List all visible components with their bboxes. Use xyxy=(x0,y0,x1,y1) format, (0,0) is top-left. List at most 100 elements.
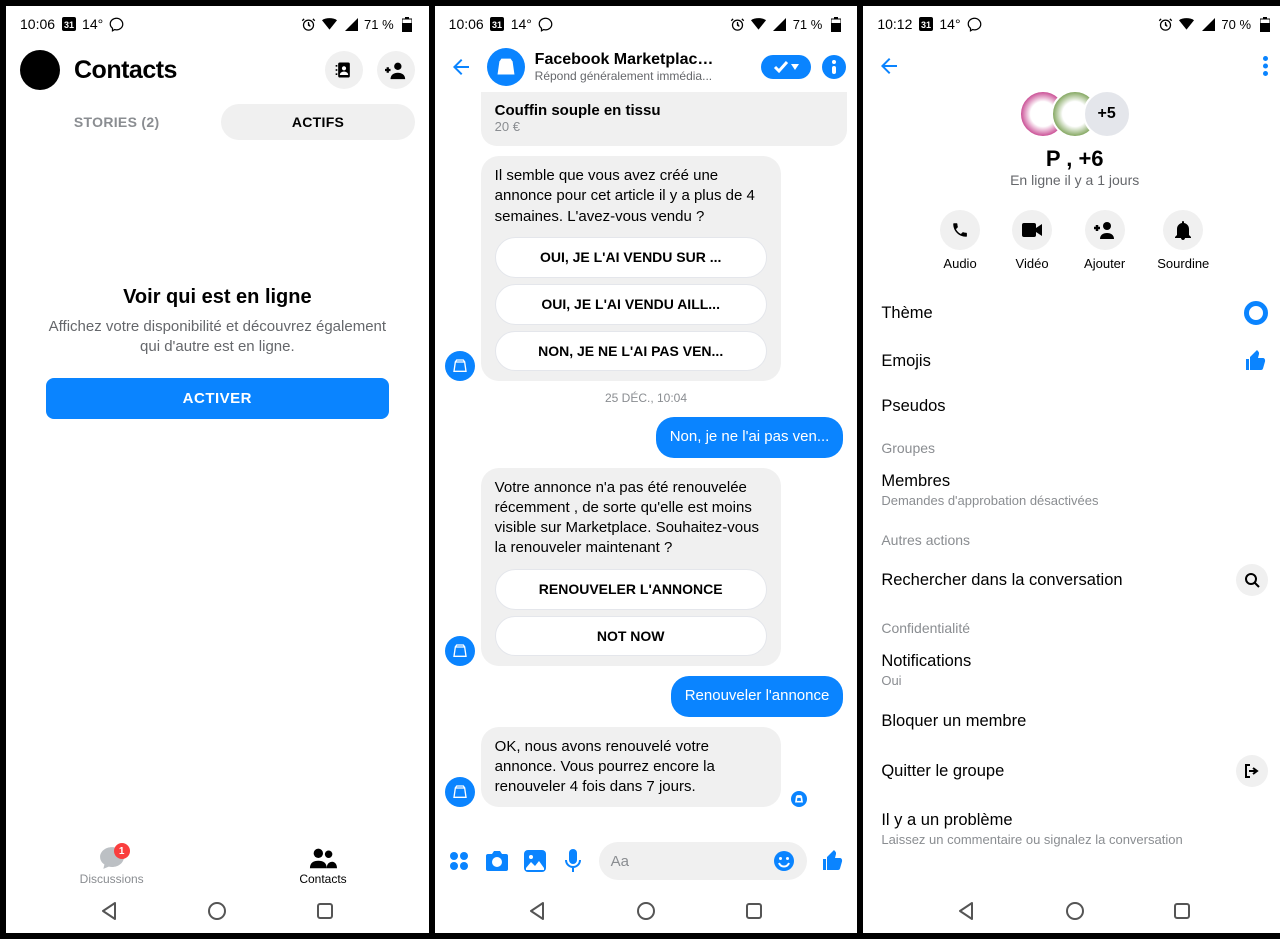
mark-done-button[interactable] xyxy=(761,55,811,79)
option-not-now[interactable]: NOT NOW xyxy=(495,616,767,657)
status-time: 10:06 xyxy=(449,16,484,32)
android-nav xyxy=(6,888,429,933)
message-input[interactable]: Aa xyxy=(599,842,808,880)
row-search[interactable]: Rechercher dans la conversation xyxy=(863,552,1280,608)
group-avatars[interactable]: +5 xyxy=(863,90,1280,138)
listing-card[interactable]: Couffin souple en tissu 20 € xyxy=(481,92,848,146)
address-book-button[interactable] xyxy=(325,51,363,89)
contacts-screen: 10:06 31 14° 71 % Contacts STORIES (2) A… xyxy=(6,6,429,933)
wifi-icon xyxy=(1179,17,1194,32)
activate-button[interactable]: ACTIVER xyxy=(46,378,389,419)
tab-discussions[interactable]: 1 Discussions xyxy=(6,847,217,886)
quick-actions: Audio Vidéo Ajouter Sourdine xyxy=(863,198,1280,289)
apps-icon[interactable] xyxy=(447,850,471,872)
row-pseudos[interactable]: Pseudos xyxy=(863,385,1280,428)
empty-state: Voir qui est en ligne Affichez votre dis… xyxy=(6,146,429,839)
video-call-button[interactable]: Vidéo xyxy=(1012,210,1052,271)
presence-text: En ligne il y a 1 jours xyxy=(863,172,1280,188)
chat-avatar[interactable] xyxy=(487,48,525,86)
like-icon xyxy=(1244,349,1268,373)
signal-icon xyxy=(343,17,358,32)
tab-stories[interactable]: STORIES (2) xyxy=(20,104,213,140)
header: Contacts xyxy=(6,42,429,98)
audio-call-button[interactable]: Audio xyxy=(940,210,980,271)
svg-text:31: 31 xyxy=(64,20,74,30)
nav-recent-icon[interactable] xyxy=(744,901,764,921)
row-block[interactable]: Bloquer un membre xyxy=(863,700,1280,743)
add-contact-button[interactable] xyxy=(377,51,415,89)
messenger-icon xyxy=(109,17,124,32)
wifi-icon xyxy=(322,17,337,32)
group-header: +5 P , +6 En ligne il y a 1 jours xyxy=(863,90,1280,198)
nav-home-icon[interactable] xyxy=(207,901,227,921)
row-leave[interactable]: Quitter le groupe xyxy=(863,743,1280,799)
row-problem[interactable]: Il y a un problèmeLaissez un commentaire… xyxy=(863,799,1280,859)
timestamp: 25 DÉC., 10:04 xyxy=(445,391,848,405)
info-button[interactable] xyxy=(821,54,847,80)
option-not-sold[interactable]: NON, JE NE L'AI PAS VEN... xyxy=(495,331,767,372)
option-sold-elsewhere[interactable]: OUI, JE L'AI VENDU AILL... xyxy=(495,284,767,325)
battery-icon xyxy=(828,17,843,32)
row-membres[interactable]: MembresDemandes d'approbation désactivée… xyxy=(863,460,1280,520)
group-name: P , +6 xyxy=(863,146,1280,172)
signal-icon xyxy=(772,17,787,32)
battery-icon xyxy=(400,17,415,32)
discussions-badge: 1 xyxy=(114,843,130,859)
android-nav xyxy=(863,888,1280,933)
alarm-icon xyxy=(1158,17,1173,32)
battery-icon xyxy=(1257,17,1272,32)
gallery-icon[interactable] xyxy=(523,850,547,872)
back-button[interactable] xyxy=(873,50,905,82)
section-conf: Confidentialité xyxy=(863,608,1280,640)
chat-title-block[interactable]: Facebook Marketplace... Répond généralem… xyxy=(535,51,752,83)
chat-title: Facebook Marketplace... xyxy=(535,51,715,69)
nav-back-icon[interactable] xyxy=(957,901,977,921)
like-icon[interactable] xyxy=(821,849,845,873)
option-sold-here[interactable]: OUI, JE L'AI VENDU SUR ... xyxy=(495,237,767,278)
nav-back-icon[interactable] xyxy=(528,901,548,921)
empty-desc: Affichez votre disponibilité et découvre… xyxy=(46,317,389,356)
nav-home-icon[interactable] xyxy=(636,901,656,921)
camera-icon[interactable] xyxy=(485,850,509,872)
statusbar: 10:06 31 14° 71 % xyxy=(6,6,429,42)
add-member-button[interactable]: Ajouter xyxy=(1084,210,1125,271)
calendar-icon: 31 xyxy=(918,17,933,32)
nav-home-icon[interactable] xyxy=(1065,901,1085,921)
row-notifications[interactable]: NotificationsOui xyxy=(863,640,1280,700)
sender-avatar-icon xyxy=(445,636,475,666)
chat-header: Facebook Marketplace... Répond généralem… xyxy=(435,42,858,92)
tab-actifs[interactable]: ACTIFS xyxy=(221,104,414,140)
row-theme[interactable]: Thème xyxy=(863,289,1280,337)
signal-icon xyxy=(1200,17,1215,32)
details-screen: 10:12 31 14° 70 % +5 P , +6 En ligne il … xyxy=(863,6,1280,933)
option-renew[interactable]: RENOUVELER L'ANNONCE xyxy=(495,569,767,610)
settings-list[interactable]: Thème Emojis Pseudos Groupes MembresDema… xyxy=(863,289,1280,888)
tab-contacts[interactable]: Contacts xyxy=(217,847,428,886)
profile-avatar[interactable] xyxy=(20,50,60,90)
nav-recent-icon[interactable] xyxy=(315,901,335,921)
emoji-icon[interactable] xyxy=(773,850,795,872)
incoming-message: Il semble que vous avez créé une annonce… xyxy=(445,156,848,381)
mute-button[interactable]: Sourdine xyxy=(1157,210,1209,271)
more-button[interactable] xyxy=(1255,48,1276,84)
status-battery: 70 % xyxy=(1221,17,1251,32)
nav-back-icon[interactable] xyxy=(100,901,120,921)
chat-body[interactable]: Couffin souple en tissu 20 € Il semble q… xyxy=(435,92,858,834)
section-autres: Autres actions xyxy=(863,520,1280,552)
calendar-icon: 31 xyxy=(490,17,505,32)
chat-subtitle: Répond généralement immédia... xyxy=(535,69,715,83)
nav-recent-icon[interactable] xyxy=(1172,901,1192,921)
statusbar: 10:06 31 14° 71 % xyxy=(435,6,858,42)
status-battery: 71 % xyxy=(364,17,394,32)
section-groupes: Groupes xyxy=(863,428,1280,460)
status-temp: 14° xyxy=(511,16,532,32)
sender-avatar-icon xyxy=(445,777,475,807)
back-button[interactable] xyxy=(445,51,477,83)
composer: Aa xyxy=(435,834,858,888)
statusbar: 10:12 31 14° 70 % xyxy=(863,6,1280,42)
leave-icon xyxy=(1236,755,1268,787)
seen-indicator-icon xyxy=(791,791,807,807)
svg-text:31: 31 xyxy=(492,20,502,30)
mic-icon[interactable] xyxy=(561,849,585,873)
row-emojis[interactable]: Emojis xyxy=(863,337,1280,385)
